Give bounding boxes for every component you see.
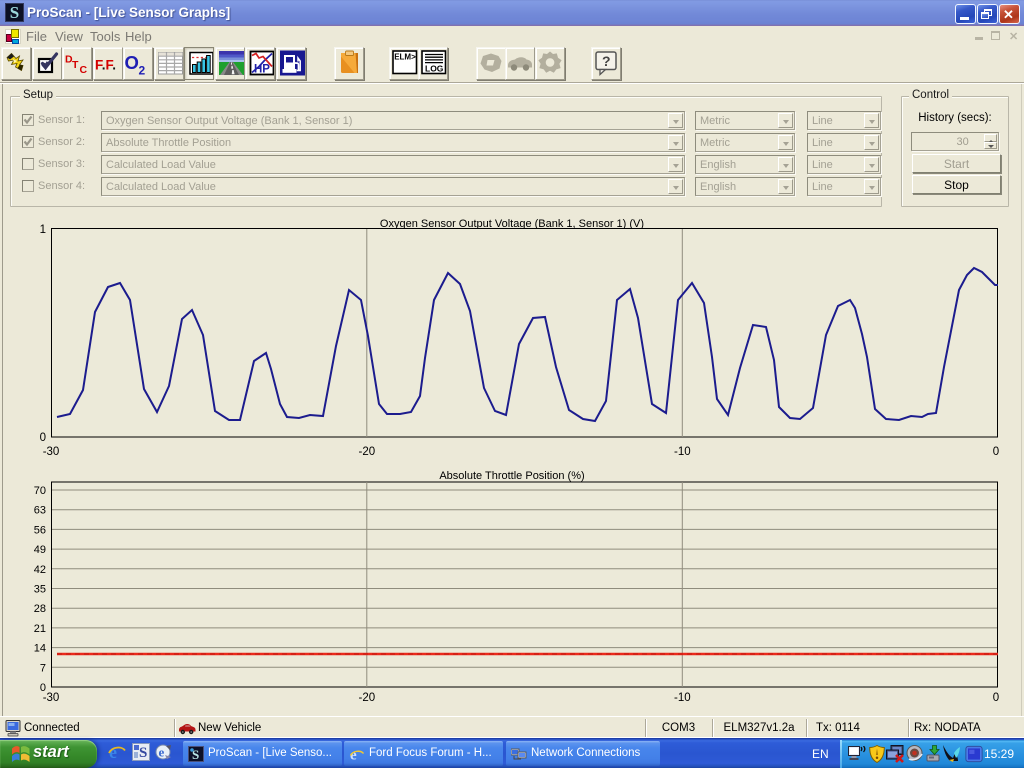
svg-text:2: 2	[139, 64, 146, 78]
svg-text:Absolute Throttle Position (%): Absolute Throttle Position (%)	[439, 470, 584, 482]
svg-text:?: ?	[602, 53, 611, 69]
svg-text:70: 70	[34, 485, 46, 497]
svg-text:42: 42	[34, 564, 46, 576]
svg-text:-10: -10	[674, 446, 691, 458]
svg-text:F.F.: F.F.	[95, 58, 116, 73]
svg-text:28: 28	[34, 603, 46, 615]
svg-text:0: 0	[993, 446, 999, 458]
svg-text:S: S	[139, 745, 147, 761]
svg-text:0: 0	[40, 432, 46, 444]
svg-text:49: 49	[34, 544, 46, 556]
svg-text:0: 0	[993, 692, 999, 704]
svg-text:21: 21	[34, 623, 46, 635]
svg-text:C: C	[80, 64, 88, 76]
svg-text:14: 14	[34, 643, 46, 655]
svg-text:35: 35	[34, 584, 46, 596]
svg-text:63: 63	[34, 505, 46, 517]
svg-text:ELM>: ELM>	[394, 53, 416, 62]
svg-text:-20: -20	[358, 692, 375, 704]
svg-text:-20: -20	[358, 446, 375, 458]
svg-text:HP: HP	[254, 64, 270, 76]
svg-text:-10: -10	[674, 692, 691, 704]
svg-text:-30: -30	[43, 446, 60, 458]
svg-text:7: 7	[40, 662, 46, 674]
svg-text:T: T	[72, 59, 79, 71]
svg-text:56: 56	[34, 524, 46, 536]
svg-text:LOG: LOG	[425, 64, 444, 74]
svg-text:-30: -30	[43, 692, 60, 704]
svg-text:O: O	[125, 52, 139, 73]
svg-text:1: 1	[40, 224, 46, 236]
svg-text:e: e	[159, 745, 165, 760]
